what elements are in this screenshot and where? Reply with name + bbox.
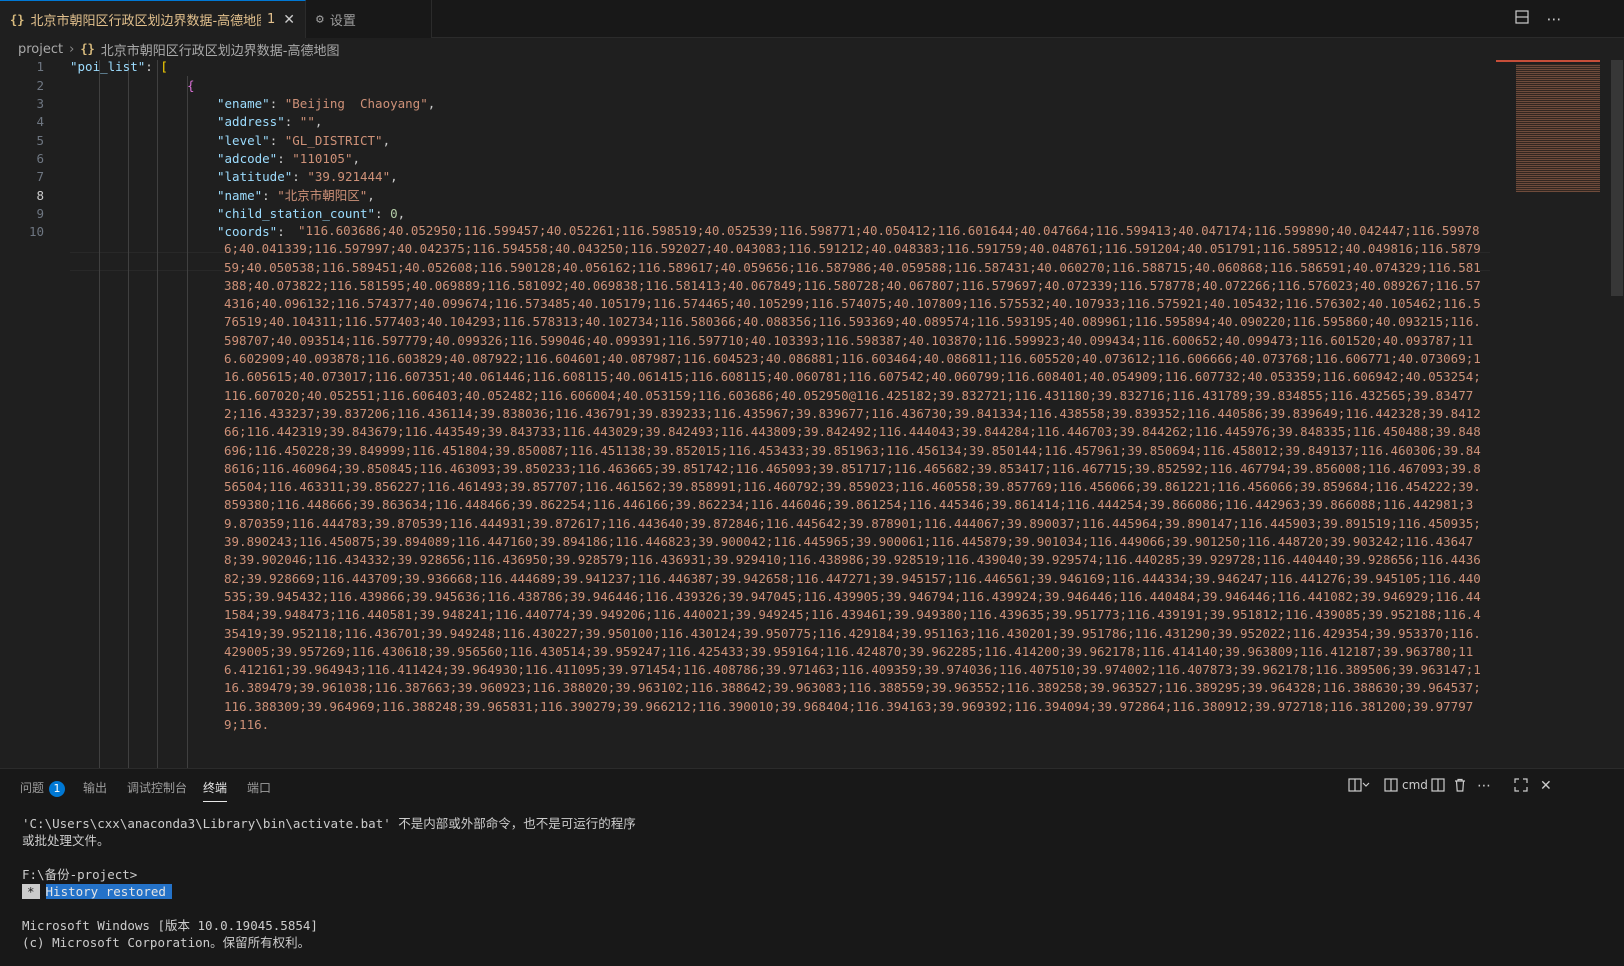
coords-value: "116.603686;40.052950;116.599457;40.0522…: [224, 223, 1481, 733]
line-number: 1: [36, 60, 44, 74]
problem-count-badge: 1: [49, 781, 66, 797]
code-line-4: "address": "",: [217, 114, 323, 129]
code-line-5: "level": "GL_DISTRICT",: [217, 133, 391, 148]
code-editor[interactable]: 1 2 3 4 5 6 7 8 9 10 "poi_list": [ { "en…: [0, 60, 1624, 768]
line-number: 4: [36, 114, 44, 129]
line-number: 10: [28, 224, 44, 239]
terminal-output[interactable]: 'C:\Users\cxx\anaconda3\Library\bin\acti…: [22, 815, 1602, 951]
history-restored-line: * History restored: [22, 883, 1602, 900]
tab-settings[interactable]: ⚙ 设置: [306, 0, 432, 38]
breadcrumb-file[interactable]: 北京市朝阳区行政区划边界数据-高德地图: [101, 40, 340, 59]
trash-icon[interactable]: [1453, 778, 1467, 796]
scrollbar-thumb[interactable]: [1611, 60, 1623, 296]
tab-json-file[interactable]: {} 北京市朝阳区行政区划边界数据-高德地图 1 ✕: [0, 0, 306, 38]
terminal-profile-label: cmd: [1402, 778, 1428, 792]
vertical-scrollbar[interactable]: [1610, 60, 1624, 768]
code-line-9: "child_station_count": 0,: [217, 206, 406, 221]
tab-terminal[interactable]: 终端: [203, 779, 228, 802]
more-actions-icon[interactable]: ⋯: [1544, 9, 1564, 29]
line-number: 5: [36, 133, 44, 148]
code-line-2: {: [187, 78, 195, 93]
breadcrumb-root[interactable]: project: [18, 42, 63, 57]
terminal-line: (c) Microsoft Corporation。保留所有权利。: [22, 935, 311, 950]
editor-tab-bar: {} 北京市朝阳区行政区划边界数据-高德地图 1 ✕ ⚙ 设置 ⋯: [0, 0, 1624, 38]
close-icon[interactable]: ✕: [283, 12, 295, 28]
bottom-panel: 问题 1 输出 调试控制台 终端 端口 cmd ⋯ ✕ 'C:\Users\cxx…: [0, 768, 1624, 966]
code-line-8: "name": "北京市朝阳区",: [217, 188, 375, 203]
breadcrumb: project › {} 北京市朝阳区行政区划边界数据-高德地图: [0, 38, 1624, 60]
code-line-3: "ename": "Beijing Chaoyang",: [217, 96, 436, 111]
split-editor-icon[interactable]: [1512, 9, 1532, 29]
terminal-profile[interactable]: cmd: [1384, 778, 1428, 792]
problem-count-badge: 1: [266, 12, 276, 27]
tab-output[interactable]: 输出: [83, 779, 107, 796]
tab-label: 设置: [329, 13, 356, 29]
tab-problems[interactable]: 问题 1: [20, 779, 66, 797]
line-number: 2: [36, 78, 44, 93]
terminal-prompt: F:\备份-project>: [22, 867, 138, 882]
line-number: 9: [36, 206, 44, 221]
chevron-right-icon: ›: [69, 41, 75, 57]
code-line-7: "latitude": "39.921444",: [217, 169, 398, 184]
line-number: 7: [36, 169, 44, 184]
line-number: 3: [36, 96, 44, 111]
history-restored-label: History restored: [45, 884, 172, 899]
new-terminal-dropdown-icon[interactable]: [1348, 778, 1370, 796]
tab-ports[interactable]: 端口: [247, 779, 271, 796]
maximize-panel-icon[interactable]: [1514, 778, 1528, 796]
tab-label: 问题: [20, 781, 45, 795]
terminal-line: 或批处理文件。: [22, 833, 110, 848]
close-panel-icon[interactable]: ✕: [1540, 778, 1552, 794]
panel-tab-bar: 问题 1 输出 调试控制台 终端 端口 cmd ⋯ ✕: [0, 769, 1624, 805]
minimap-content: [1516, 64, 1600, 192]
line-number: 6: [36, 151, 44, 166]
json-file-icon: {}: [10, 12, 25, 27]
line-number-active: 8: [36, 188, 44, 203]
settings-icon: ⚙: [316, 11, 324, 27]
line-number-gutter: 1 2 3 4 5 6 7 8 9 10: [0, 60, 52, 768]
split-terminal-icon: [1384, 778, 1398, 792]
terminal-line: 'C:\Users\cxx\anaconda3\Library\bin\acti…: [22, 816, 636, 831]
split-terminal-icon[interactable]: [1431, 778, 1445, 796]
tab-debug-console[interactable]: 调试控制台: [127, 779, 187, 796]
minimap-error-marker: [1496, 60, 1600, 62]
history-restored-marker: *: [22, 884, 40, 899]
json-file-icon: {}: [80, 42, 95, 56]
more-actions-icon[interactable]: ⋯: [1477, 778, 1491, 794]
code-line-1: "poi_list": [: [70, 60, 168, 74]
code-line-6: "adcode": "110105",: [217, 151, 361, 166]
minimap[interactable]: [1496, 60, 1608, 200]
terminal-line: Microsoft Windows [版本 10.0.19045.5854]: [22, 918, 318, 933]
tab-label: 北京市朝阳区行政区划边界数据-高德地图: [30, 14, 261, 29]
